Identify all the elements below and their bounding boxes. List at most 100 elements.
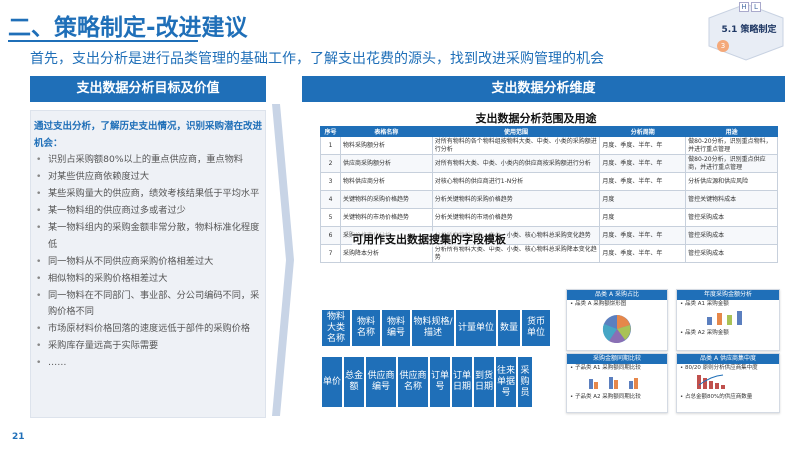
- col-header: 使用范围: [431, 126, 601, 137]
- field-cell: 总金额: [344, 357, 366, 407]
- table-title: 支出数据分析范围及用途: [475, 112, 597, 125]
- table-overlay-caption: 可用作支出数据搜集的字段模板: [352, 231, 506, 247]
- mini-chart-caption: • 子品类 A1 采购额同期比较: [570, 365, 641, 371]
- table-cell: 管控关键物料成本: [685, 190, 778, 209]
- page-subtitle: 首先，支出分析是进行品类管理的基础工作，了解支出花费的源头，找到改进采购管理的机…: [30, 51, 604, 67]
- table-row: 4 关键物料的采购价格趋势 分析关键物料的采购价格趋势 月度 管控关键物料成本: [320, 190, 778, 209]
- title-underline: [8, 40, 198, 42]
- field-cell: 物料大类名称: [322, 310, 352, 346]
- table-cell: 5: [320, 208, 341, 227]
- section-badge: H L 5.1 策略制定 3: [705, 0, 787, 62]
- list-item: • 采购库存量远高于实际需要: [34, 338, 262, 355]
- bar-chart-graphic: [707, 311, 742, 325]
- mini-chart-title: 品类 A 采购占比: [567, 290, 667, 300]
- bullet-icon: •: [36, 340, 42, 351]
- bar-chart-graphic: [589, 377, 638, 389]
- mini-chart-caption: • 品类 A2 采购金额: [680, 330, 729, 336]
- list-item: • 某一物料组的供应商过多或者过少: [34, 203, 262, 220]
- bullet-icon: •: [36, 357, 42, 368]
- table-cell: 月度、季度、半年、年: [599, 226, 687, 245]
- list-item: •……: [34, 355, 262, 372]
- field-cell: 订单日期: [452, 357, 474, 407]
- field-cell: 计量单位: [456, 310, 498, 346]
- mini-chart-caption: • 占总金额80%的供应商数量: [680, 394, 753, 400]
- field-cell: 订单号: [430, 357, 452, 407]
- table-cell: 7: [320, 244, 341, 263]
- table-cell: 月度、季度、半年、年: [599, 154, 687, 173]
- table-row: 5 关键物料的市场价格趋势 分析关键物料的市场价格趋势 月度 管控采购成本: [320, 208, 778, 227]
- table-cell: 采购降本分析: [339, 244, 433, 263]
- mini-chart-title: 年度采购金额分析: [677, 290, 779, 300]
- page-number: 21: [12, 432, 25, 442]
- table-cell: 月度、季度、半年、年: [599, 244, 687, 263]
- table-row: 1 物料采购额分析 对所有物料的各个物料组按物料大类、中类、小类的采购额进行分析…: [320, 136, 778, 155]
- bullet-icon: •: [36, 154, 42, 165]
- mini-chart-caption: • 子品类 A2 采购额同期比较: [570, 394, 641, 400]
- col-header: 表格名称: [339, 126, 433, 137]
- left-header: 支出数据分析目标及价值: [30, 76, 266, 102]
- table-cell: 物料供应商分析: [339, 172, 433, 191]
- mini-chart-annual: 年度采购金额分析 • 品类 A1 采购金额 • 品类 A2 采购金额: [676, 289, 780, 351]
- field-cell: 物料规格/描述: [412, 310, 456, 346]
- mini-chart-caption: • 80/20 原则分析供应商集中度: [680, 365, 758, 371]
- table-cell: 分析供应源和供应风险: [685, 172, 778, 191]
- mini-chart-yoy: 采购金额同期比较 • 子品类 A1 采购额同期比较 • 子品类 A2 采购额同期…: [566, 353, 668, 413]
- list-item: • 某一物料组内的采购金额非常分散，物料标准化程度低: [36, 222, 260, 250]
- table-row: 7 采购降本分析 分析所有物料大类、中类、小类、核心物料总采购降本变化趋势 月度…: [320, 244, 778, 263]
- table-cell: 6: [320, 226, 341, 245]
- table-header-row: 序号 表格名称 使用范围 分析周期 用途: [320, 126, 778, 137]
- table-cell: 月度: [599, 190, 687, 209]
- field-cell: 物料编号: [382, 310, 412, 346]
- field-cell: 往来单据号: [496, 357, 518, 407]
- list-item: • 相似物料的采购价格相差过大: [34, 271, 262, 288]
- table-cell: 关键物料的市场价格趋势: [339, 208, 433, 227]
- table-cell: 分析关键物料的采购价格趋势: [431, 190, 601, 209]
- bullet-icon: •: [36, 188, 42, 199]
- badge-label: 5.1 策略制定: [721, 25, 777, 35]
- table-cell: 对所有物料大类、中类、小类内的供应商按采购额进行分析: [431, 154, 601, 173]
- col-header: 分析周期: [599, 126, 687, 137]
- field-template-row-2: 单价 总金额 供应商编号 供应商名称 订单号 订单日期 到货日期 往来单据号 采…: [322, 357, 534, 407]
- table-row: 3 物料供应商分析 对核心物料的供应商进行1-N分析 月度、季度、半年、年 分析…: [320, 172, 778, 191]
- bullet-icon: •: [36, 272, 42, 284]
- badge-tag-h: H: [739, 2, 749, 12]
- table-cell: 1: [320, 136, 341, 155]
- right-header: 支出数据分析维度: [302, 76, 785, 102]
- bullet-icon: •: [36, 323, 42, 334]
- field-cell: 数量: [498, 310, 522, 346]
- bullet-icon: •: [36, 171, 42, 182]
- field-template-row-1: 物料大类名称 物料名称 物料编号 物料规格/描述 计量单位 数量 货币单位: [322, 310, 552, 346]
- table-cell: 做80-20分析，识别重点供应商，并进行重点管理: [685, 154, 778, 173]
- left-list: • 识别占采购额80%以上的重点供应商，重点物料 • 对某些供应商依赖度过大 • 某些…: [34, 152, 262, 372]
- table-cell: 物料采购额分析: [339, 136, 433, 155]
- col-header: 用途: [685, 126, 778, 137]
- field-cell: 采购员: [518, 357, 534, 407]
- badge-number: 3: [717, 40, 729, 52]
- bullet-icon: •: [36, 255, 42, 267]
- mini-chart-title: 品类 A 供应商集中度: [677, 354, 779, 364]
- list-item: • 同一物料在不同部门、事业部、分公司编码不同，采购价格不同: [36, 289, 260, 318]
- table-cell: 关键物料的采购价格趋势: [339, 190, 433, 209]
- field-cell: 供应商编号: [366, 357, 398, 407]
- field-cell: 供应商名称: [398, 357, 430, 407]
- mini-chart-caption: • 品类 A 采购额饼形图: [570, 301, 627, 307]
- table-cell: 分析关键物料的市场价格趋势: [431, 208, 601, 227]
- field-cell: 货币单位: [522, 310, 552, 346]
- bullet-icon: •: [36, 289, 42, 301]
- table-cell: 对所有物料的各个物料组按物料大类、中类、小类的采购额进行分析: [431, 136, 601, 155]
- table-cell: 管控采购成本: [685, 226, 778, 245]
- table-cell: 月度、季度、半年、年: [599, 172, 687, 191]
- list-item: • 某些采购量大的供应商，绩效考核结果低于平均水平: [34, 186, 262, 203]
- left-intro: 通过支出分析，了解历史支出情况，识别采购潜在改进机会：: [34, 121, 263, 149]
- table-cell: 对核心物料的供应商进行1-N分析: [431, 172, 601, 191]
- mini-chart-title: 采购金额同期比较: [567, 354, 667, 364]
- mini-chart-pie: 品类 A 采购占比 • 品类 A 采购额饼形图: [566, 289, 668, 351]
- bullet-icon: •: [36, 222, 42, 233]
- table-cell: 管控采购成本: [685, 208, 778, 227]
- bar-chart-graphic: [697, 374, 725, 389]
- mini-chart-caption: • 品类 A1 采购金额: [680, 301, 729, 307]
- table-cell: 2: [320, 154, 341, 173]
- mini-chart-concentration: 品类 A 供应商集中度 • 80/20 原则分析供应商集中度 • 占总金额80%…: [676, 353, 780, 413]
- list-item: • 识别占采购额80%以上的重点供应商，重点物料: [34, 152, 262, 169]
- table-cell: 月度: [599, 208, 687, 227]
